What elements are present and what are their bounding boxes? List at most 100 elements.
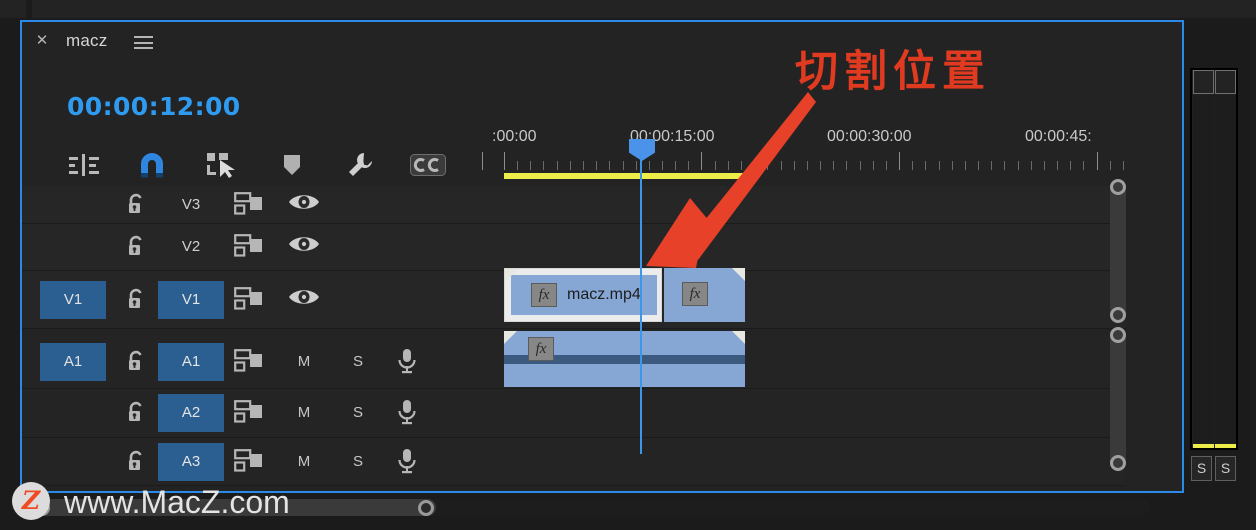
track-lane-v3[interactable] (482, 186, 1126, 224)
clip-handle-top-left[interactable] (505, 269, 518, 282)
audio-fade-handle-right[interactable] (732, 331, 745, 344)
playhead-line (640, 154, 642, 454)
track-header-a3[interactable]: A3 M S (22, 438, 482, 486)
marker-icon[interactable] (266, 144, 318, 186)
insert-overwrite-indicator-icon[interactable] (58, 144, 110, 186)
audio-tracks-scrollbar[interactable] (1110, 327, 1126, 471)
linked-selection-icon[interactable] (196, 144, 248, 186)
macz-logo-icon: Z (12, 482, 50, 520)
playhead-timecode[interactable]: 00:00:12:00 (67, 92, 241, 121)
ruler-tick-minor (675, 161, 676, 170)
fx-badge[interactable]: fx (531, 283, 557, 307)
sync-lock-a1-icon[interactable] (234, 348, 268, 375)
hamburger-menu-icon[interactable] (134, 36, 153, 49)
clip-video-right[interactable]: fx (664, 268, 745, 322)
annotation-text: 切割位置 (795, 47, 991, 97)
scroll-knob-top[interactable] (1110, 327, 1126, 343)
meter-solo-button-right[interactable]: S (1215, 456, 1236, 481)
scroll-knob-bottom[interactable] (1110, 307, 1126, 323)
timeline-tracks-area[interactable]: fx macz.mp4 fx fx (482, 186, 1126, 486)
close-icon[interactable]: ✕ (34, 33, 50, 49)
captions-cc-icon[interactable] (402, 144, 454, 186)
meter-level-right (1215, 444, 1236, 448)
ruler-tick-minor (715, 161, 716, 170)
ruler-tick-minor (557, 161, 558, 170)
meter-channel-right (1215, 95, 1236, 448)
video-tracks-scrollbar[interactable] (1110, 179, 1126, 323)
voice-record-a3-icon[interactable] (396, 448, 426, 476)
ruler-tick-minor (609, 161, 610, 170)
ruler-tick-minor (846, 161, 847, 170)
toggle-track-output-v2-icon[interactable] (288, 234, 322, 260)
track-header-v3[interactable]: V3 (22, 186, 482, 224)
track-header-v2[interactable]: V2 (22, 224, 482, 271)
scroll-knob-top[interactable] (1110, 179, 1126, 195)
meter-head-right[interactable] (1215, 70, 1236, 94)
track-name-a1[interactable]: A1 (158, 342, 224, 381)
timeline-ruler[interactable]: :00:00 00:00:15:00 00:00:30:00 00:00:45: (482, 118, 1126, 186)
clip-audio[interactable]: fx (504, 331, 745, 387)
track-header-v1[interactable]: V1 V1 (22, 271, 482, 329)
ruler-tick-minor (991, 161, 992, 170)
voice-record-a1-icon[interactable] (396, 348, 426, 376)
solo-track-a1[interactable]: S (344, 349, 372, 375)
audio-fade-handle-left[interactable] (504, 331, 517, 344)
clip-video-left[interactable]: fx macz.mp4 (504, 268, 662, 322)
toggle-track-output-v3-icon[interactable] (288, 192, 322, 218)
meter-channel-left (1193, 95, 1214, 448)
fx-badge[interactable]: fx (682, 282, 708, 306)
lock-track-v1-icon[interactable] (126, 288, 154, 312)
source-patch-a1[interactable]: A1 (40, 342, 106, 381)
meter-head-left[interactable] (1193, 70, 1214, 94)
timeline-tool-strip (44, 144, 484, 186)
track-name-v3[interactable]: V3 (158, 186, 224, 224)
voice-record-a2-icon[interactable] (396, 399, 426, 427)
lock-track-a1-icon[interactable] (126, 350, 154, 374)
lock-track-a2-icon[interactable] (126, 401, 154, 425)
track-header-a2[interactable]: A2 M S (22, 389, 482, 438)
solo-track-a2[interactable]: S (344, 400, 372, 426)
source-patch-v1[interactable]: V1 (40, 280, 106, 319)
track-lane-v2[interactable] (482, 224, 1126, 271)
hscroll-cap-right[interactable] (418, 499, 434, 516)
track-lane-a2[interactable] (482, 389, 1126, 438)
audio-meters-panel[interactable]: S S (1190, 68, 1244, 481)
track-name-a2[interactable]: A2 (158, 394, 224, 432)
panel-title[interactable]: macz (66, 30, 107, 52)
track-name-v1[interactable]: V1 (158, 280, 224, 319)
toggle-track-output-v1-icon[interactable] (288, 287, 322, 313)
lock-track-v2-icon[interactable] (126, 235, 154, 259)
track-lane-a3[interactable] (482, 438, 1126, 486)
ruler-tick-minor (530, 161, 531, 170)
sync-lock-a3-icon[interactable] (234, 448, 268, 475)
track-name-v2[interactable]: V2 (158, 228, 224, 266)
track-name-a3[interactable]: A3 (158, 442, 224, 481)
lock-track-a3-icon[interactable] (126, 450, 154, 474)
sync-lock-v1-icon[interactable] (234, 286, 268, 313)
mute-track-a2[interactable]: M (290, 400, 318, 426)
lock-track-v3-icon[interactable] (126, 193, 154, 217)
watermark-text: www.MacZ.com (64, 484, 290, 520)
ruler-label: :00:00 (492, 128, 537, 145)
panel-tab-bar: ✕ macz (22, 22, 1182, 60)
sync-lock-a2-icon[interactable] (234, 400, 268, 426)
scroll-knob-bottom[interactable] (1110, 455, 1126, 471)
ruler-tick-minor (517, 161, 518, 170)
clip-handle-top-right[interactable] (732, 268, 745, 281)
ruler-tick-major (482, 152, 483, 170)
timeline-panel[interactable]: ✕ macz 00:00:12:00:00:00 00:00:15:00 00… (20, 20, 1184, 493)
mute-track-a3[interactable]: M (290, 449, 318, 475)
snap-magnet-icon[interactable] (126, 144, 178, 186)
wrench-settings-icon[interactable] (334, 144, 386, 186)
solo-track-a3[interactable]: S (344, 449, 372, 475)
ruler-tick-minor (952, 161, 953, 170)
meter-solo-button-left[interactable]: S (1191, 456, 1212, 481)
work-area-bar[interactable] (504, 173, 745, 179)
sync-lock-v2-icon[interactable] (234, 234, 268, 260)
waveform-bar (742, 366, 745, 387)
track-header-a1[interactable]: A1 A1 M S (22, 335, 482, 389)
mute-track-a1[interactable]: M (290, 349, 318, 375)
fx-badge[interactable]: fx (528, 337, 554, 361)
sync-lock-v3-icon[interactable] (234, 191, 268, 218)
ruler-tick-minor (1004, 161, 1005, 170)
